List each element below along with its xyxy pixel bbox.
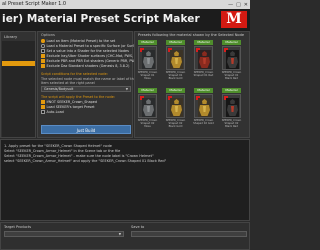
sidebar-item[interactable] (2, 81, 35, 86)
save-to-label: Save to (131, 225, 145, 229)
check-exclude-pbr[interactable]: Exclude PBR and PBR Ext shaders (Generic… (41, 59, 138, 63)
log-line: 1. Apply preset for the "SEEKER_Crown Sh… (4, 144, 112, 148)
checkbox-label: Exclude PBR and PBR Ext shaders (Generic… (46, 59, 139, 63)
preset-thumbnail[interactable] (138, 94, 157, 118)
preset-caption: SEEKER_Crown Shaped 01 Moss (137, 71, 158, 80)
preset-thumbnail[interactable] (166, 94, 185, 118)
radio-label: Load an Item (Material Preset) to the se… (46, 39, 116, 43)
material-button[interactable]: Material (166, 88, 185, 93)
armor-figure-icon (198, 50, 211, 69)
material-button[interactable]: Material (138, 40, 157, 45)
apply-note: The script will apply the Preset to the … (41, 95, 116, 99)
check-load-target[interactable]: Load SEEKER's target Preset (41, 105, 95, 109)
preset-caption: SEEKER_Crown Shaped 01 Black Red (221, 71, 242, 80)
log-line: Select "SEEKER_Crown_Armor_Helmet" - mak… (4, 154, 154, 158)
preset-thumbnail[interactable] (222, 46, 241, 70)
material-button[interactable]: Material (194, 40, 213, 45)
preset-caption: SEEKER_Crown Shaped 02 Black Gold (165, 119, 186, 128)
checkbox-icon[interactable] (41, 110, 45, 114)
preset-thumbnail[interactable] (194, 94, 213, 118)
bottom-bar: Target Products ▼ Save to (0, 222, 250, 250)
material-button[interactable]: Material (166, 40, 185, 45)
condition-detail: Item selected at the right panel (41, 81, 95, 85)
checkbox-icon[interactable] (41, 64, 45, 68)
preset-thumbnail[interactable] (194, 46, 213, 70)
armor-figure-icon (170, 98, 183, 117)
check-ifnot[interactable]: IfNOT SEEKER_Crown_Shaped (41, 100, 97, 104)
app-header: ier) Material Preset Script Maker M (0, 9, 250, 31)
armor-figure-icon (142, 98, 155, 117)
just-build-button[interactable]: Just Build (41, 125, 131, 134)
radio-load-surface[interactable]: Load a Material Preset to a specific Sur… (41, 44, 143, 48)
checkbox-icon[interactable] (41, 59, 45, 63)
log-line: Select "SEEKER_Crown_Armor_Helmet" in th… (4, 149, 121, 153)
radio-icon[interactable] (41, 44, 45, 48)
presets-heading: Presets following the material shown by … (138, 33, 245, 37)
options-heading: Options (41, 33, 55, 37)
page-title: ier) Material Preset Script Maker (2, 13, 200, 25)
preset-thumbnail[interactable] (138, 46, 157, 70)
brand-logo: M (221, 11, 247, 28)
material-button[interactable]: Material (222, 88, 241, 93)
check-exclude-daz[interactable]: Exclude Daz Standard shaders (Genesis 8,… (41, 64, 129, 68)
checkbox-icon[interactable] (41, 54, 45, 58)
save-to-field[interactable] (131, 231, 247, 237)
checkbox-label: IfNOT SEEKER_Crown_Shaped (46, 100, 98, 104)
sidebar-label: Library (4, 34, 18, 39)
window-title: al Preset Script Maker 1.0 (2, 1, 67, 7)
library-sidebar: Library (0, 31, 36, 138)
log-line: select "SEEKER_Crown_Armor_Helmet" and a… (4, 159, 167, 163)
checkbox-label: Load SEEKER's target Preset (46, 105, 95, 109)
armor-figure-icon (226, 50, 239, 69)
armor-figure-icon (226, 98, 239, 117)
checkbox-icon[interactable] (41, 49, 45, 53)
preset-caption: SEEKER_Crown Shaped 01 Black Gold (165, 71, 186, 80)
chevron-down-icon[interactable]: ▼ (119, 232, 121, 238)
dropdown-value: Genesis/Bodysuit (44, 87, 74, 91)
preset-caption: SEEKER_Crown Shaped 02 Moss (137, 119, 158, 128)
material-button[interactable]: Material (194, 88, 213, 93)
chevron-down-icon[interactable]: ▼ (126, 87, 128, 92)
target-products-label: Target Products (4, 225, 32, 229)
preset-caption: SEEKER_Crown Shaped 02 Gold (193, 119, 214, 125)
radio-icon[interactable] (41, 39, 45, 43)
presets-panel: Presets following the material shown by … (134, 31, 250, 138)
radio-label: Load a Material Preset to a specific Sur… (46, 44, 143, 48)
target-products-field[interactable]: ▼ (4, 231, 124, 237)
checkbox-label: Auto-Load (46, 110, 64, 114)
checkbox-icon[interactable] (41, 100, 45, 104)
condition-note: Script conditions for the selected node: (41, 72, 108, 76)
node-dropdown[interactable]: Genesis/Bodysuit ▼ (41, 86, 131, 92)
preset-thumbnail[interactable] (166, 46, 185, 70)
check-set-value[interactable]: Set a value into a Shader for the select… (41, 49, 129, 53)
armor-figure-icon (198, 98, 211, 117)
armor-figure-icon (170, 50, 183, 69)
options-panel: Options Load an Item (Material Preset) t… (37, 31, 150, 138)
preset-caption: SEEKER_Crown Shaped 01 Red (193, 71, 214, 77)
log-panel: 1. Apply preset for the "SEEKER_Crown Sh… (0, 139, 250, 221)
check-auto-load[interactable]: Auto-Load (41, 110, 64, 114)
preset-thumbnail[interactable] (222, 94, 241, 118)
preset-caption: SEEKER_Crown Shaped 02 Black Red (221, 119, 242, 128)
radio-load-item[interactable]: Load an Item (Material Preset) to the se… (41, 39, 115, 43)
checkbox-icon[interactable] (41, 105, 45, 109)
library-list[interactable] (2, 41, 35, 137)
armor-figure-icon (142, 50, 155, 69)
material-button[interactable]: Material (138, 88, 157, 93)
checkbox-label: Exclude Daz Standard shaders (Genesis 8,… (46, 64, 130, 68)
material-button[interactable]: Material (222, 40, 241, 45)
checkbox-label: Set a value into a Shader for the select… (46, 49, 129, 53)
window-titlebar: al Preset Script Maker 1.0 — □ ✕ (0, 0, 250, 9)
